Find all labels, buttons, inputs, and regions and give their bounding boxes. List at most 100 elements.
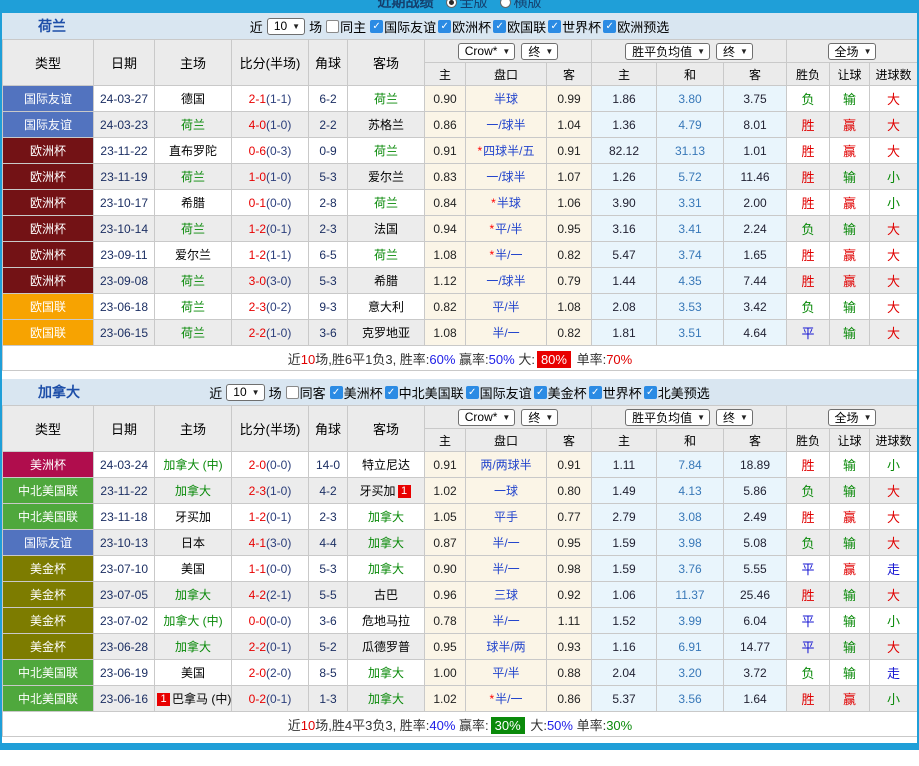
odds-source-select[interactable]: Crow* ▼ <box>457 408 516 426</box>
away-team[interactable]: 古巴 <box>347 581 425 608</box>
away-team[interactable]: 加拿大 <box>347 555 425 582</box>
home-team[interactable]: 荷兰 <box>154 319 232 346</box>
home-team[interactable]: 荷兰 <box>154 293 232 320</box>
scope-select[interactable]: 全场 ▼ <box>827 408 877 426</box>
match-date: 23-09-08 <box>93 267 155 294</box>
col-corner: 角球 <box>308 405 348 452</box>
home-team[interactable]: 荷兰 <box>154 215 232 242</box>
avg-win-odds: 1.11 <box>591 451 657 478</box>
result-wdl: 胜 <box>786 685 831 712</box>
away-team[interactable]: 加拿大 <box>347 659 425 686</box>
league-checkbox[interactable] <box>643 385 657 399</box>
radio-full-version[interactable]: 全版 <box>445 0 488 12</box>
result-wdl: 平 <box>786 555 831 582</box>
same-venue-checkbox[interactable] <box>326 19 340 33</box>
recent-count-select[interactable]: 10 ▼ <box>266 17 306 35</box>
same-venue-filter[interactable]: 同主 <box>326 17 366 36</box>
home-team[interactable]: 荷兰 <box>154 267 232 294</box>
away-team[interactable]: 希腊 <box>347 267 425 294</box>
home-team[interactable]: 爱尔兰 <box>154 241 232 268</box>
away-team[interactable]: 加拿大 <box>347 529 425 556</box>
same-venue-filter[interactable]: 同客 <box>285 383 326 402</box>
home-team[interactable]: 荷兰 <box>154 111 232 138</box>
home-team[interactable]: 美国 <box>154 555 232 582</box>
home-team[interactable]: 1 巴拿马 (中) <box>154 685 232 712</box>
home-team[interactable]: 加拿大 <box>154 633 232 660</box>
home-team[interactable]: 加拿大 (中) <box>154 451 232 478</box>
away-team[interactable]: 危地马拉 <box>347 607 425 634</box>
league-filter[interactable]: 世界杯 <box>588 383 642 402</box>
away-team[interactable]: 苏格兰 <box>347 111 425 138</box>
away-team[interactable]: 克罗地亚 <box>347 319 425 346</box>
league-filters: 美洲杯中北美国联国际友谊美金杯世界杯北美预选 <box>329 383 710 402</box>
away-team[interactable]: 荷兰 <box>347 85 425 112</box>
handicap-result: 输 <box>829 163 871 190</box>
league-filter[interactable]: 美金杯 <box>533 383 587 402</box>
home-team[interactable]: 直布罗陀 <box>154 137 232 164</box>
league-checkbox[interactable] <box>603 19 617 33</box>
away-team[interactable]: 荷兰 <box>347 241 425 268</box>
home-team[interactable]: 荷兰 <box>154 163 232 190</box>
recent-count-select[interactable]: 10 ▼ <box>226 383 265 401</box>
team-name: 爱尔兰 <box>367 170 404 184</box>
same-venue-checkbox[interactable] <box>285 385 299 399</box>
away-team[interactable]: 意大利 <box>347 293 425 320</box>
league-checkbox[interactable] <box>588 385 602 399</box>
home-team[interactable]: 加拿大 <box>154 477 232 504</box>
home-team[interactable]: 希腊 <box>154 189 232 216</box>
league-filter[interactable]: 欧国联 <box>493 17 546 36</box>
league-filter[interactable]: 世界杯 <box>548 17 601 36</box>
league-checkbox[interactable] <box>533 385 547 399</box>
away-team[interactable]: 爱尔兰 <box>347 163 425 190</box>
home-team[interactable]: 德国 <box>154 85 232 112</box>
away-team[interactable]: 特立尼达 <box>347 451 425 478</box>
home-team[interactable]: 日本 <box>154 529 232 556</box>
odds-final-select[interactable]: 终 ▼ <box>521 42 559 60</box>
league-filter[interactable]: 欧洲杯 <box>438 17 491 36</box>
radio-horizontal-version[interactable]: 横版 <box>499 0 542 12</box>
league-checkbox[interactable] <box>370 19 384 33</box>
team-name: 美国 <box>180 666 205 680</box>
away-team[interactable]: 荷兰 <box>347 189 425 216</box>
home-team[interactable]: 牙买加 <box>154 503 232 530</box>
away-team[interactable]: 瓜德罗普 <box>347 633 425 660</box>
avg-final-select[interactable]: 终 ▼ <box>716 42 753 60</box>
goals-over-under: 小 <box>869 189 917 216</box>
league-filter[interactable]: 北美预选 <box>643 383 710 402</box>
away-team[interactable]: 荷兰 <box>347 137 425 164</box>
away-team[interactable]: 法国 <box>347 215 425 242</box>
league-checkbox[interactable] <box>329 385 343 399</box>
corners: 5-3 <box>308 267 348 294</box>
league-filter[interactable]: 中北美国联 <box>384 383 464 402</box>
league-checkbox[interactable] <box>438 19 452 33</box>
away-team[interactable]: 牙买加 1 <box>347 477 425 504</box>
home-team[interactable]: 美国 <box>154 659 232 686</box>
handicap-line: 半球 <box>465 85 547 112</box>
team-name: 爱尔兰 <box>174 248 211 262</box>
league-filter[interactable]: 欧洲预选 <box>603 17 669 36</box>
league-checkbox[interactable] <box>548 19 562 33</box>
away-team[interactable]: 加拿大 <box>347 685 425 712</box>
league-checkbox[interactable] <box>384 385 398 399</box>
away-team[interactable]: 加拿大 <box>347 503 425 530</box>
odds-final-select[interactable]: 终 ▼ <box>521 408 559 426</box>
home-team[interactable]: 加拿大 (中) <box>154 607 232 634</box>
avg-type-select[interactable]: 胜平负均值 ▼ <box>625 408 710 426</box>
scope-select[interactable]: 全场 ▼ <box>827 42 877 60</box>
team-name: 瓜德罗普 <box>361 640 410 654</box>
league-filter[interactable]: 国际友谊 <box>370 17 436 36</box>
avg-lose-odds: 18.89 <box>722 451 788 478</box>
home-team[interactable]: 加拿大 <box>154 581 232 608</box>
home-odds: 0.90 <box>424 85 466 112</box>
league-checkbox[interactable] <box>493 19 507 33</box>
league-checkbox[interactable] <box>465 385 479 399</box>
match-rows: 国际友谊 24-03-27 德国 2-1(1-1) 6-2 荷兰 0.90 半球… <box>2 85 917 346</box>
handicap-result: 输 <box>829 215 871 242</box>
odds-source-select[interactable]: Crow* ▼ <box>457 42 516 60</box>
avg-type-select[interactable]: 胜平负均值 ▼ <box>625 42 710 60</box>
avg-final-select[interactable]: 终 ▼ <box>716 408 753 426</box>
league-filter[interactable]: 美洲杯 <box>329 383 383 402</box>
league-filter[interactable]: 国际友谊 <box>465 383 532 402</box>
away-odds: 0.88 <box>546 659 592 686</box>
league-badge: 欧洲杯 <box>2 163 94 190</box>
